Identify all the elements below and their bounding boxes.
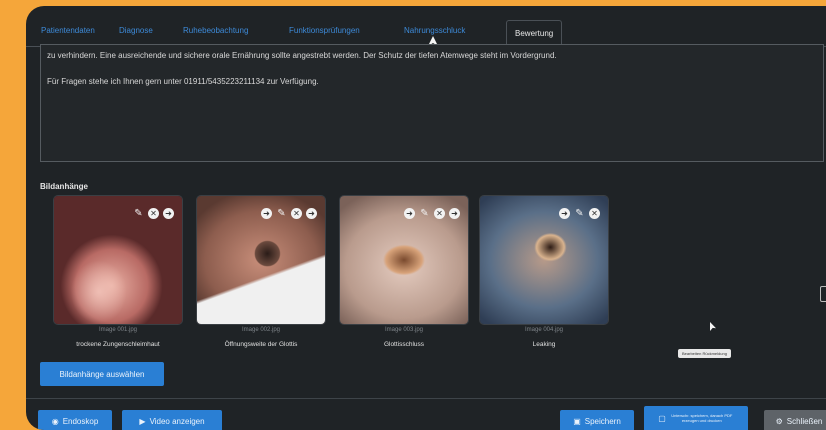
tooltip: Bearbeiten Rückmeldung [678,349,731,358]
endoscope-label: Endoskop [62,416,99,426]
attachment-filename: Image 004.jpg [524,327,564,333]
attachment-thumb-2[interactable]: ➜ ✎ ✕ ➜ [197,196,325,324]
pdf-icon: ▢ [658,414,666,424]
tab-patientendaten[interactable]: Patientendaten [41,26,95,35]
arrow-icon[interactable]: ➜ [449,208,460,219]
edit-icon[interactable]: ✎ [133,208,144,219]
attachment-filename: Image 003.jpg [384,327,424,333]
assessment-line-1: zu verhindern. Eine ausreichende und sic… [47,51,557,60]
arrow-left-icon[interactable]: ➜ [404,208,415,219]
image-controls: ➜ ✎ ✕ ➜ [404,208,460,219]
attachments-label: Bildanhänge [40,182,89,191]
scroll-handle-icon[interactable] [820,286,826,302]
edit-icon[interactable]: ✎ [276,208,287,219]
video-button[interactable]: ▶ Video anzeigen [122,410,222,430]
mouse-cursor-icon [710,322,716,331]
select-attachments-label: Bildanhänge auswählen [59,369,145,379]
close-icon[interactable]: ✕ [291,208,302,219]
select-attachments-button[interactable]: Bildanhänge auswählen [40,362,164,386]
save-label: Speichern [584,416,621,426]
video-label: Video anzeigen [149,416,205,426]
close-label: Schließen [786,416,823,426]
close-button[interactable]: ⚙ Schließen [764,410,826,430]
tab-ruhebeobachtung[interactable]: Ruhebeobachtung [183,26,248,35]
save-button[interactable]: ▣ Speichern [560,410,634,430]
edit-icon[interactable]: ✎ [574,208,585,219]
attachment-filename: Image 001.jpg [98,327,138,333]
assessment-textarea[interactable]: zu verhindern. Eine ausreichende und sic… [40,44,824,162]
attachment-thumb-3[interactable]: ➜ ✎ ✕ ➜ [340,196,468,324]
attachment-thumb-1[interactable]: ✎ ✕ ➜ [54,196,182,324]
tab-diagnose[interactable]: Diagnose [119,26,153,35]
video-icon: ▶ [139,416,146,426]
save-icon: ▣ [573,416,581,426]
save-pdf-button[interactable]: ▢ Unterschr. speichern, danach PDF erzeu… [644,406,748,430]
save-pdf-label: Unterschr. speichern, danach PDF erzeuge… [671,413,733,423]
image-controls: ➜ ✎ ✕ ➜ [261,208,317,219]
attachment-caption: Glottisschluss [383,341,425,348]
arrow-icon[interactable]: ➜ [163,208,174,219]
footer-divider [26,398,826,399]
arrow-left-icon[interactable]: ➜ [559,208,570,219]
edit-icon[interactable]: ✎ [419,208,430,219]
tab-bar: Patientendaten Diagnose Ruhebeobachtung … [26,20,826,48]
arrow-icon[interactable]: ➜ [306,208,317,219]
image-controls: ➜ ✎ ✕ [559,208,600,219]
tab-funktionspruefungen[interactable]: Funktionsprüfungen [289,26,360,35]
arrow-left-icon[interactable]: ➜ [261,208,272,219]
attachment-thumb-4[interactable]: ➜ ✎ ✕ [480,196,608,324]
assessment-line-2: Für Fragen stehe ich Ihnen gern unter 01… [47,77,319,86]
attachment-caption: Leaking [532,341,556,348]
close-icon[interactable]: ✕ [434,208,445,219]
close-icon[interactable]: ✕ [589,208,600,219]
gear-icon: ⚙ [775,416,783,426]
close-icon[interactable]: ✕ [148,208,159,219]
endoscope-button[interactable]: ◉ Endoskop [38,410,112,430]
tab-nahrungsschluck[interactable]: Nahrungsschluck [404,26,465,35]
attachment-filename: Image 002.jpg [241,327,281,333]
attachment-caption: Öffnungsweite der Glottis [224,341,298,348]
attachment-caption: trockene Zungenschleimhaut [76,341,160,348]
app-window: Patientendaten Diagnose Ruhebeobachtung … [26,6,826,430]
camera-icon: ◉ [51,416,59,426]
image-controls: ✎ ✕ ➜ [133,208,174,219]
